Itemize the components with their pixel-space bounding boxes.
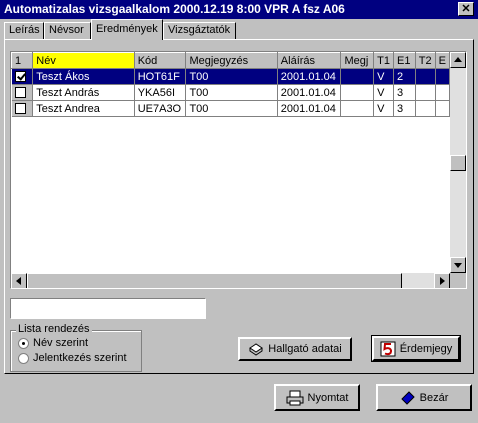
horizontal-scrollbar[interactable]: [11, 273, 450, 288]
horizontal-scroll-thumb[interactable]: [27, 273, 402, 288]
main-window: Automatizalas vizsgaalkalom 2000.12.19 8…: [0, 0, 478, 423]
cell-e[interactable]: [435, 84, 450, 101]
scroll-corner: [450, 273, 466, 288]
printer-icon: [286, 390, 304, 405]
arrow-left-icon: [16, 277, 21, 285]
table-row[interactable]: Teszt András YKA56I T00 2001.01.04 V 3: [11, 84, 450, 101]
col-header-nev[interactable]: Név: [32, 52, 135, 69]
vertical-scrollbar[interactable]: [450, 52, 466, 273]
cell-t2[interactable]: [415, 68, 436, 85]
scroll-up-button[interactable]: [450, 52, 466, 68]
sort-group-label: Lista rendezés: [16, 323, 92, 335]
cell-t1[interactable]: V: [373, 100, 394, 117]
cell-date[interactable]: 2001.01.04: [277, 84, 342, 101]
radio-checked-icon: [18, 337, 29, 349]
tab-eredmenyek[interactable]: Eredmények: [91, 19, 163, 40]
radio-label: Jelentkezés szerint: [33, 352, 127, 364]
cell-t1[interactable]: V: [373, 84, 394, 101]
scroll-left-button[interactable]: [11, 273, 27, 288]
cell-megj[interactable]: [340, 68, 375, 85]
header-row: 1 Név Kód Megjegyzés Aláírás Megj T1 E1 …: [11, 52, 450, 69]
vertical-scroll-thumb[interactable]: [450, 155, 466, 171]
grade-5-icon: [380, 341, 396, 356]
student-data-button[interactable]: Hallgató adatai: [238, 337, 352, 361]
cell-note[interactable]: T00: [185, 84, 278, 101]
grade-label: Érdemjegy: [399, 342, 453, 355]
tab-vizsgaztatok[interactable]: Vizsgáztatók: [163, 22, 236, 39]
scroll-down-button[interactable]: [450, 257, 466, 273]
col-header-t2[interactable]: T2: [414, 52, 436, 69]
cell-name[interactable]: Teszt Andrea: [32, 100, 135, 117]
cell-name[interactable]: Teszt Ákos: [32, 68, 135, 85]
radio-sort-by-name[interactable]: Név szerint: [18, 337, 168, 351]
print-label: Nyomtat: [307, 391, 349, 404]
arrow-up-icon: [454, 57, 462, 62]
col-header-megj[interactable]: Megj: [340, 52, 375, 69]
cell-note[interactable]: T00: [185, 68, 278, 85]
cell-code[interactable]: UE7A3O: [134, 100, 187, 117]
arrow-right-icon: [440, 277, 445, 285]
cell-e1[interactable]: 2: [393, 68, 416, 85]
cell-date[interactable]: 2001.01.04: [277, 100, 342, 117]
cell-e1[interactable]: 3: [393, 84, 416, 101]
row-checkbox[interactable]: [14, 71, 26, 83]
close-label: Bezár: [419, 391, 449, 404]
cell-t1[interactable]: V: [373, 68, 394, 85]
col-header-index[interactable]: 1: [11, 52, 34, 69]
title-bar: Automatizalas vizsgaalkalom 2000.12.19 8…: [0, 0, 478, 19]
cell-e[interactable]: [435, 100, 450, 117]
col-header-e[interactable]: E: [434, 52, 450, 69]
results-grid[interactable]: 1 Név Kód Megjegyzés Aláírás Megj T1 E1 …: [10, 51, 467, 289]
table-row[interactable]: Teszt Ákos HOT61F T00 2001.01.04 V 2: [11, 68, 450, 85]
col-header-alairas[interactable]: Aláírás: [276, 52, 342, 69]
cell-code[interactable]: YKA56I: [134, 84, 187, 101]
radio-label: Név szerint: [33, 337, 89, 349]
cell-e[interactable]: [435, 68, 450, 85]
cell-code[interactable]: HOT61F: [134, 68, 187, 85]
tab-nevsor[interactable]: Névsor: [44, 22, 91, 39]
cell-t2[interactable]: [415, 84, 436, 101]
scroll-right-button[interactable]: [434, 273, 450, 288]
search-input[interactable]: [10, 298, 206, 319]
cell-t2[interactable]: [415, 100, 436, 117]
radio-sort-by-registration[interactable]: Jelentkezés szerint: [18, 352, 168, 366]
window-title: Automatizalas vizsgaalkalom 2000.12.19 8…: [4, 2, 345, 16]
print-button[interactable]: Nyomtat: [274, 384, 360, 411]
col-header-kod[interactable]: Kód: [133, 52, 187, 69]
row-checkbox[interactable]: [14, 87, 26, 99]
cell-date[interactable]: 2001.01.04: [277, 68, 342, 85]
cell-megj[interactable]: [340, 100, 375, 117]
cell-e1[interactable]: 3: [393, 100, 416, 117]
student-data-label: Hallgató adatai: [268, 343, 342, 355]
grade-button[interactable]: Érdemjegy: [371, 335, 461, 362]
col-header-megjegyzes[interactable]: Megjegyzés: [185, 52, 278, 69]
col-header-t1[interactable]: T1: [373, 52, 394, 69]
table-row[interactable]: Teszt Andrea UE7A3O T00 2001.01.04 V 3: [11, 100, 450, 117]
results-table: 1 Név Kód Megjegyzés Aláírás Megj T1 E1 …: [11, 52, 450, 117]
row-checkbox[interactable]: [14, 103, 26, 115]
tab-leiras[interactable]: Leírás: [4, 22, 44, 39]
close-button[interactable]: Bezár: [376, 384, 472, 411]
book-icon: [249, 343, 264, 356]
cell-note[interactable]: T00: [185, 100, 278, 117]
radio-unchecked-icon: [18, 352, 29, 364]
close-window-button[interactable]: ✕: [458, 2, 474, 16]
arrow-down-icon: [454, 263, 462, 268]
col-header-e1[interactable]: E1: [392, 52, 416, 69]
close-door-icon: [400, 390, 415, 405]
cell-megj[interactable]: [340, 84, 375, 101]
cell-name[interactable]: Teszt András: [32, 84, 135, 101]
